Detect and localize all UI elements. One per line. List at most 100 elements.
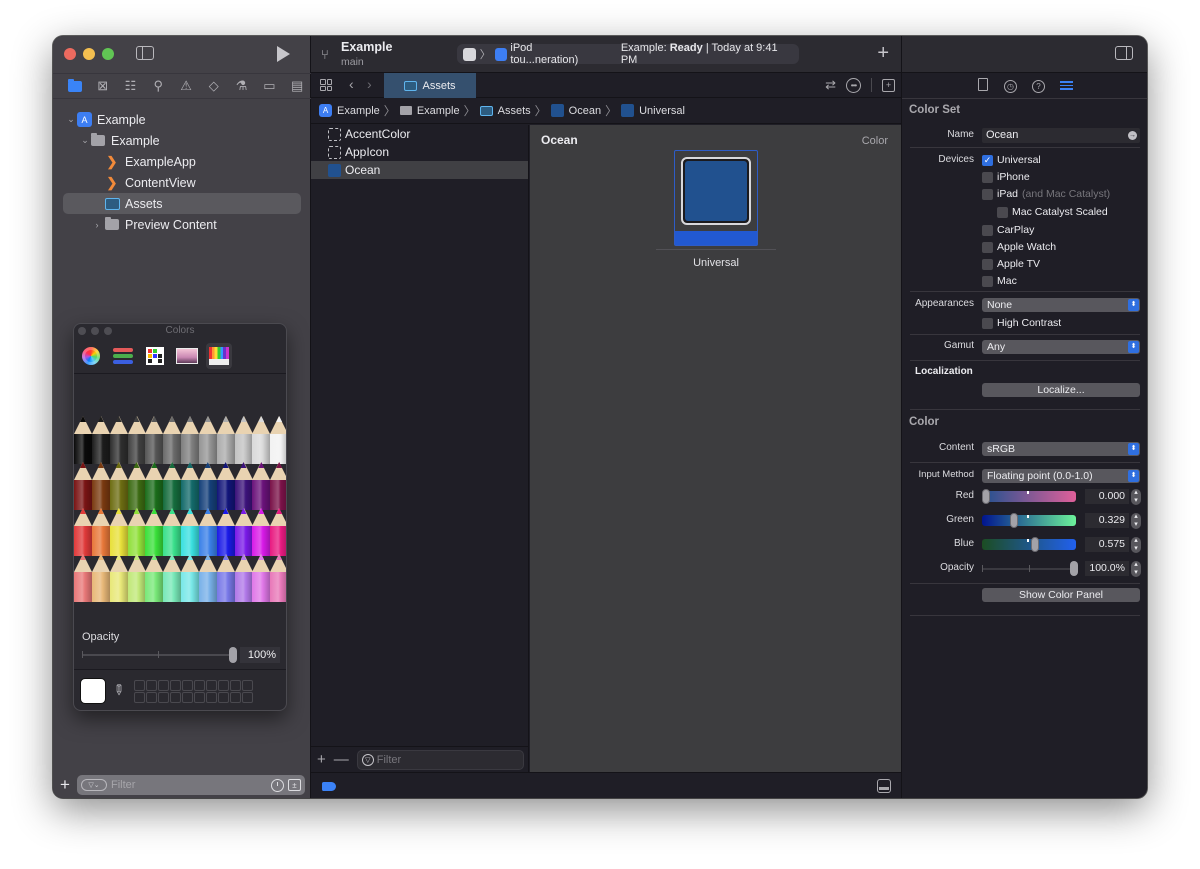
device-checkbox-iphone[interactable]: iPhone bbox=[982, 171, 1030, 183]
pencil-swatch[interactable] bbox=[74, 554, 92, 602]
checkbox[interactable] bbox=[982, 188, 993, 200]
breakpoint-navigator-tab[interactable]: ▭ bbox=[255, 75, 283, 97]
image-palettes-mode[interactable] bbox=[174, 343, 200, 369]
pencil-swatch[interactable] bbox=[198, 508, 217, 556]
device-checkbox-mac-catalyst-scaled[interactable]: Mac Catalyst Scaled bbox=[997, 206, 1108, 218]
empty-swatch[interactable] bbox=[242, 679, 253, 691]
source-control-filter-icon[interactable]: ± bbox=[288, 779, 301, 791]
blue-stepper[interactable]: ▴ ▾ bbox=[1131, 537, 1141, 553]
find-navigator-tab[interactable]: ⚲ bbox=[144, 75, 172, 97]
pencil-swatch[interactable] bbox=[234, 416, 253, 464]
minimize-panel-button[interactable] bbox=[91, 327, 99, 335]
forward-button[interactable]: › bbox=[367, 76, 372, 92]
pencil-swatch[interactable] bbox=[74, 416, 92, 464]
chevron-down-icon[interactable]: ⌄ bbox=[79, 135, 91, 146]
device-checkbox-ipad[interactable]: iPad (and Mac Catalyst) bbox=[982, 188, 1110, 200]
checkbox[interactable] bbox=[982, 171, 993, 183]
green-slider[interactable] bbox=[982, 513, 1076, 528]
device-checkbox-mac[interactable]: Mac bbox=[982, 275, 1017, 287]
empty-swatch[interactable] bbox=[134, 691, 145, 703]
pencil-swatch[interactable] bbox=[127, 416, 146, 464]
branch-name[interactable]: main bbox=[341, 56, 364, 68]
device-checkbox-carplay[interactable]: CarPlay bbox=[982, 224, 1034, 236]
opacity-value-field[interactable]: 100.0% bbox=[1085, 561, 1129, 576]
name-field[interactable]: Ocean → bbox=[982, 128, 1140, 143]
input-method-popup[interactable]: Floating point (0.0-1.0) ⬍ bbox=[982, 469, 1140, 483]
universal-color-well[interactable] bbox=[674, 150, 758, 246]
asset-item[interactable]: AppIcon bbox=[311, 143, 528, 161]
empty-swatch[interactable] bbox=[218, 691, 229, 703]
project-navigator-tab[interactable] bbox=[61, 75, 89, 97]
recent-files-icon[interactable] bbox=[271, 778, 284, 792]
pencil-swatch[interactable] bbox=[163, 554, 182, 602]
run-destination[interactable]: iPod tou...neration) bbox=[510, 42, 601, 66]
color-wheel-mode[interactable] bbox=[78, 343, 104, 369]
pencil-swatch[interactable] bbox=[74, 462, 92, 510]
add-file-button[interactable]: + bbox=[59, 775, 71, 795]
asset-filter-input[interactable] bbox=[376, 753, 519, 766]
breadcrumb-item[interactable]: Ocean bbox=[550, 104, 601, 117]
zoom-window-button[interactable] bbox=[102, 48, 114, 60]
debug-area-toggle-icon[interactable] bbox=[877, 779, 891, 793]
history-inspector-tab[interactable]: ◷ bbox=[1004, 78, 1018, 93]
pencil-swatch[interactable] bbox=[198, 462, 217, 510]
device-checkbox-universal[interactable]: ✓ Universal bbox=[982, 154, 1041, 166]
checkbox[interactable] bbox=[982, 224, 993, 236]
device-checkbox-apple-watch[interactable]: Apple Watch bbox=[982, 241, 1056, 253]
appearances-popup[interactable]: None ⬍ bbox=[982, 298, 1140, 312]
pencil-swatch[interactable] bbox=[198, 554, 217, 602]
asset-item[interactable]: Ocean bbox=[311, 161, 528, 179]
checkbox[interactable] bbox=[982, 241, 993, 253]
minimize-window-button[interactable] bbox=[83, 48, 95, 60]
tree-item-folder[interactable]: › Preview Content bbox=[53, 214, 311, 235]
show-color-panel-button[interactable]: Show Color Panel bbox=[982, 588, 1140, 602]
test-navigator-tab[interactable]: ◇ bbox=[200, 75, 228, 97]
opacity-value-field[interactable]: 100% bbox=[240, 647, 280, 663]
remove-asset-button[interactable]: — bbox=[334, 751, 349, 768]
empty-swatch[interactable] bbox=[218, 679, 229, 691]
red-slider[interactable] bbox=[982, 489, 1076, 504]
pencil-swatch[interactable] bbox=[74, 508, 92, 556]
pencil-swatch[interactable] bbox=[181, 416, 199, 464]
symbol-navigator-tab[interactable]: ☷ bbox=[117, 75, 145, 97]
checkbox[interactable] bbox=[982, 258, 993, 270]
empty-swatch[interactable] bbox=[182, 679, 193, 691]
high-contrast-checkbox[interactable]: High Contrast bbox=[982, 317, 1061, 329]
pencil-swatch[interactable] bbox=[91, 508, 110, 556]
tree-item-project[interactable]: ⌄ A Example bbox=[53, 109, 311, 130]
blue-value-field[interactable]: 0.575 bbox=[1085, 537, 1129, 552]
issue-navigator-tab[interactable]: ⚠ bbox=[172, 75, 200, 97]
zoom-panel-button[interactable] bbox=[104, 327, 112, 335]
empty-swatch[interactable] bbox=[170, 691, 181, 703]
pencil-swatch[interactable] bbox=[127, 508, 146, 556]
run-button[interactable] bbox=[277, 46, 290, 62]
pencil-swatch[interactable] bbox=[252, 462, 271, 510]
inspector-toggle-icon[interactable] bbox=[1115, 46, 1133, 60]
green-stepper[interactable]: ▴ ▾ bbox=[1131, 513, 1141, 529]
chevron-right-icon[interactable]: › bbox=[91, 220, 103, 230]
empty-swatch[interactable] bbox=[242, 691, 253, 703]
pencil-swatch[interactable] bbox=[234, 554, 253, 602]
pencil-swatch[interactable] bbox=[163, 462, 182, 510]
color-sliders-mode[interactable] bbox=[110, 343, 136, 369]
blue-slider[interactable] bbox=[982, 537, 1076, 552]
asset-item[interactable]: AccentColor bbox=[311, 125, 528, 143]
empty-swatch[interactable] bbox=[206, 679, 217, 691]
pencil-swatch[interactable] bbox=[270, 416, 286, 464]
quick-help-inspector-tab[interactable]: ? bbox=[1032, 78, 1046, 93]
pencil-swatch[interactable] bbox=[163, 508, 182, 556]
pencil-swatch[interactable] bbox=[145, 508, 164, 556]
color-palettes-mode[interactable] bbox=[142, 343, 168, 369]
pencil-swatch[interactable] bbox=[91, 554, 110, 602]
back-button[interactable]: ‹ bbox=[349, 76, 354, 92]
empty-swatch[interactable] bbox=[146, 691, 157, 703]
chevron-down-icon[interactable]: ⌄ bbox=[65, 114, 77, 125]
project-name[interactable]: Example bbox=[341, 40, 392, 54]
pencil-swatch[interactable] bbox=[252, 554, 271, 602]
close-window-button[interactable] bbox=[64, 48, 76, 60]
empty-swatch[interactable] bbox=[134, 679, 145, 691]
red-slider-thumb[interactable] bbox=[982, 489, 990, 504]
debug-navigator-tab[interactable]: ⚗ bbox=[228, 75, 256, 97]
pencil-swatch[interactable] bbox=[216, 508, 235, 556]
add-asset-button[interactable]: + bbox=[317, 751, 326, 768]
